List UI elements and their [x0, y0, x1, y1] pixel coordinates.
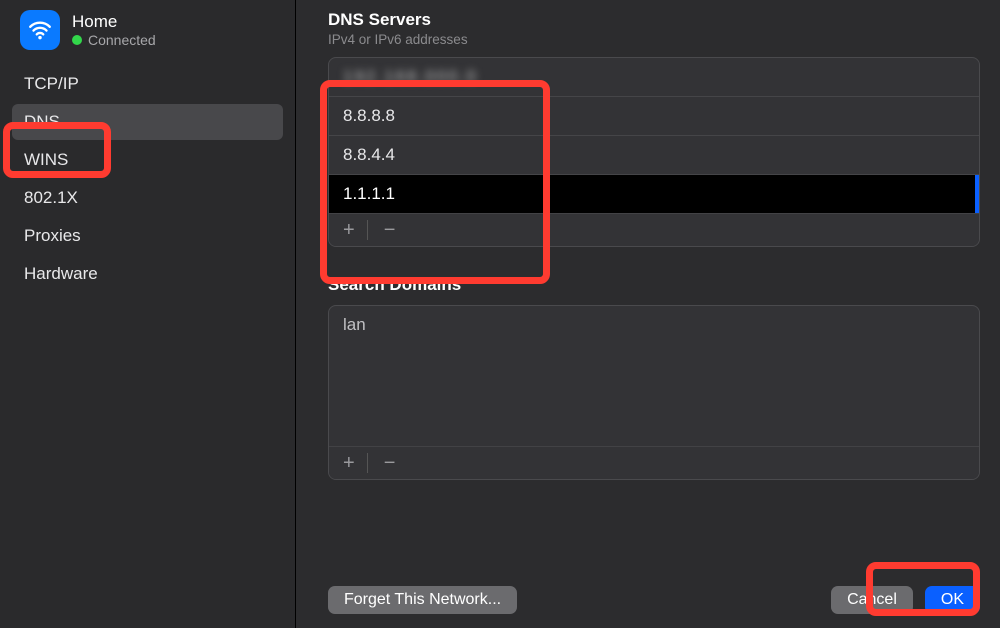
remove-domain-button[interactable]: −	[380, 453, 400, 473]
search-domains-footer: + −	[329, 446, 979, 479]
dns-servers-title: DNS Servers	[328, 10, 980, 30]
dns-server-row[interactable]: 8.8.8.8	[329, 97, 979, 136]
sidebar-list: TCP/IP DNS WINS 802.1X Proxies Hardware	[0, 66, 295, 292]
search-domains-list[interactable]: lan + −	[328, 305, 980, 480]
wifi-icon	[20, 10, 60, 50]
sidebar-item-wins[interactable]: WINS	[12, 142, 283, 178]
ok-button[interactable]: OK	[925, 586, 980, 614]
dns-servers-subtitle: IPv4 or IPv6 addresses	[328, 32, 980, 47]
add-domain-button[interactable]: +	[339, 453, 368, 473]
bottom-bar: Forget This Network... Cancel OK	[328, 568, 980, 614]
cancel-button[interactable]: Cancel	[831, 586, 913, 614]
network-header: Home Connected	[0, 4, 295, 64]
sidebar-item-proxies[interactable]: Proxies	[12, 218, 283, 254]
forget-network-button[interactable]: Forget This Network...	[328, 586, 517, 614]
dns-server-input[interactable]	[329, 175, 979, 213]
status-dot-icon	[72, 35, 82, 45]
network-status: Connected	[72, 32, 156, 48]
main-panel: DNS Servers IPv4 or IPv6 addresses 192.1…	[296, 0, 1000, 628]
search-domain-row[interactable]: lan	[329, 306, 979, 344]
sidebar-item-dns[interactable]: DNS	[12, 104, 283, 140]
sidebar-item-hardware[interactable]: Hardware	[12, 256, 283, 292]
network-name: Home	[72, 12, 156, 32]
add-dns-button[interactable]: +	[339, 220, 368, 240]
network-status-text: Connected	[88, 32, 156, 48]
dns-server-row[interactable]: 8.8.4.4	[329, 136, 979, 175]
sidebar-item-8021x[interactable]: 802.1X	[12, 180, 283, 216]
dns-server-row-editing[interactable]	[329, 175, 979, 213]
dns-server-row[interactable]: 192.168.000.0	[329, 58, 979, 97]
dns-list-footer: + −	[329, 213, 979, 246]
search-domains-title: Search Domains	[328, 275, 980, 295]
sidebar-item-tcpip[interactable]: TCP/IP	[12, 66, 283, 102]
sidebar: Home Connected TCP/IP DNS WINS 802.1X Pr…	[0, 0, 296, 628]
remove-dns-button[interactable]: −	[380, 220, 400, 240]
dns-servers-list[interactable]: 192.168.000.0 8.8.8.8 8.8.4.4 + −	[328, 57, 980, 247]
